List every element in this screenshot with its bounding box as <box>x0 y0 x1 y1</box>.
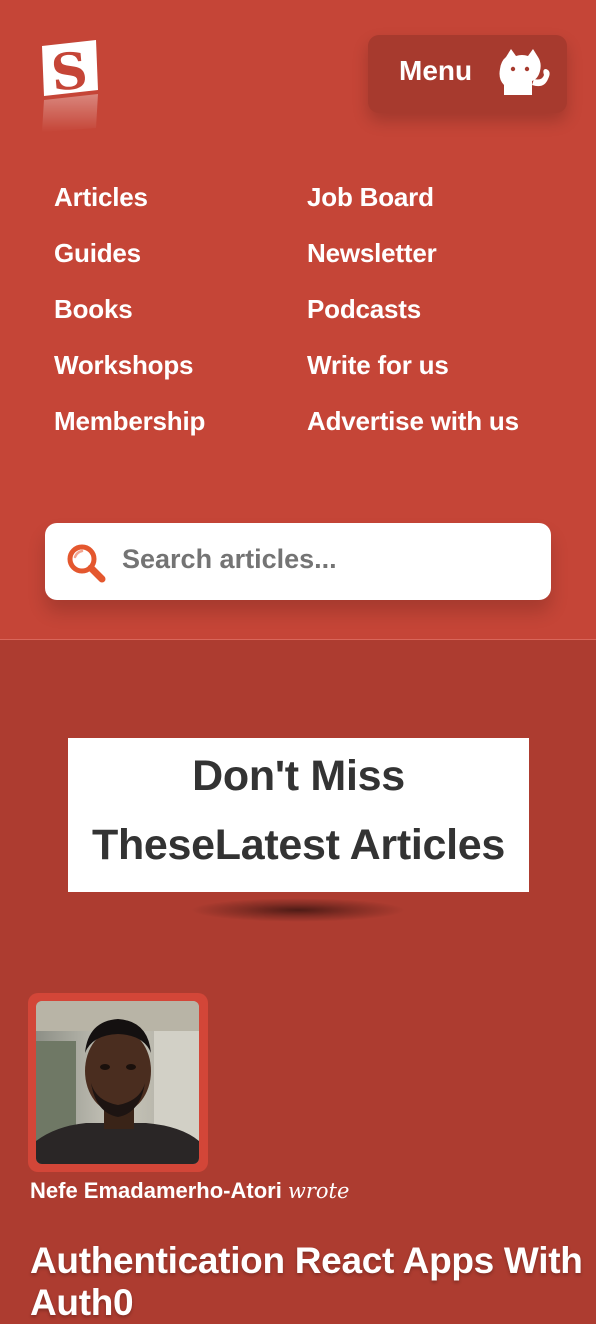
nav-item-guides[interactable]: Guides <box>54 238 141 269</box>
search-box[interactable]: Search articles... <box>45 523 551 600</box>
heading-line-2: TheseLatest Articles <box>91 821 506 869</box>
nav-item-write-for-us[interactable]: Write for us <box>307 350 449 381</box>
nav-item-job-board[interactable]: Job Board <box>307 182 434 213</box>
menu-label: Menu <box>399 55 473 86</box>
search-input[interactable]: Search articles... <box>122 544 337 575</box>
menu-button[interactable]: Menu <box>368 35 567 113</box>
nav-item-workshops[interactable]: Workshops <box>54 350 193 381</box>
svg-text:S: S <box>49 41 90 103</box>
search-icon <box>67 544 106 583</box>
latest-articles-heading: Don't Miss TheseLatest Articles <box>68 738 529 892</box>
site-logo[interactable]: S <box>34 38 102 134</box>
heading-line-1: Don't Miss <box>192 752 405 800</box>
author-name[interactable]: Nefe Emadamerho-Atori <box>30 1178 282 1203</box>
author-photo-icon <box>36 1001 199 1164</box>
cat-icon <box>499 49 550 95</box>
author-verb: wrote <box>287 1179 350 1203</box>
article-title[interactable]: Authentication React Apps With Auth0 <box>30 1240 590 1324</box>
author-line: Nefe Emadamerho-Atori wrote <box>30 1178 349 1204</box>
author-avatar[interactable] <box>28 993 208 1172</box>
nav-item-articles[interactable]: Articles <box>54 182 148 213</box>
site-header: S Menu Articles Guides Books Workshops M… <box>0 0 596 640</box>
heading-shadow <box>190 898 406 922</box>
nav-item-membership[interactable]: Membership <box>54 406 205 437</box>
avatar-photo <box>36 1001 199 1164</box>
nav-item-podcasts[interactable]: Podcasts <box>307 294 421 325</box>
nav-item-advertise[interactable]: Advertise with us <box>307 406 519 437</box>
nav-item-newsletter[interactable]: Newsletter <box>307 238 437 269</box>
nav-item-books[interactable]: Books <box>54 294 133 325</box>
